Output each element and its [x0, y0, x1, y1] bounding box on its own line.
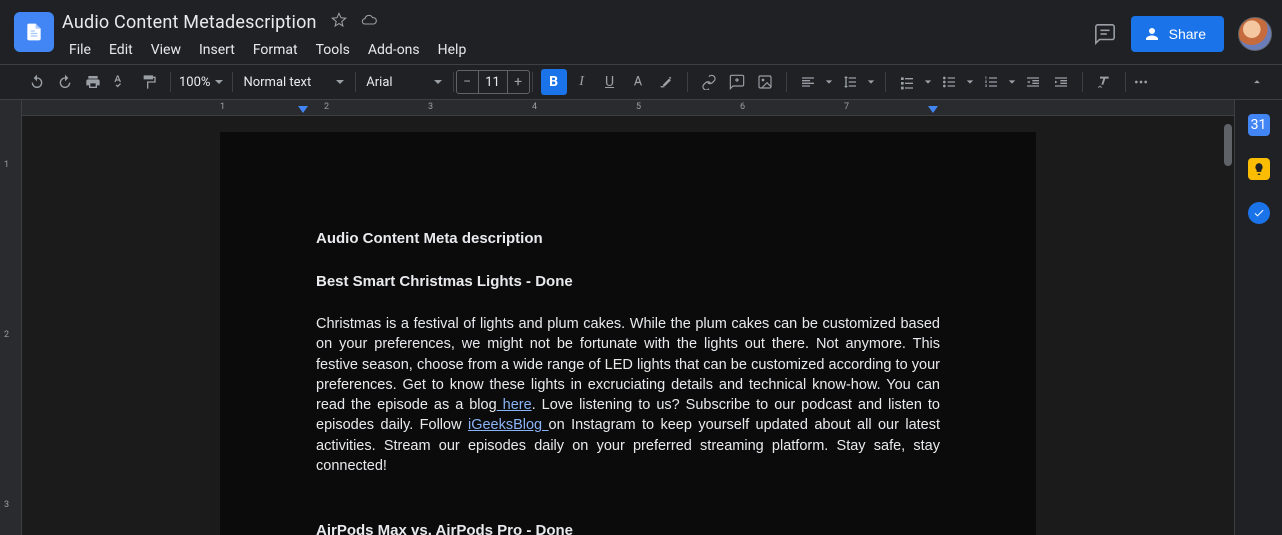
ruler-tick: 4: [532, 102, 537, 112]
zoom-value: 100%: [179, 75, 210, 90]
bullet-list-icon[interactable]: [936, 69, 962, 95]
menu-tools[interactable]: Tools: [309, 38, 357, 62]
undo-icon[interactable]: [24, 69, 50, 95]
ruler-tick: 3: [428, 102, 433, 112]
insert-link-icon[interactable]: [696, 69, 722, 95]
underline-button[interactable]: U: [597, 69, 623, 95]
document-page[interactable]: Audio Content Meta description Best Smar…: [220, 132, 1036, 535]
vertical-ruler[interactable]: 1 2 3: [0, 100, 22, 535]
title-area: Audio Content Metadescription File Edit …: [62, 10, 1093, 62]
spellcheck-icon[interactable]: [108, 69, 134, 95]
checklist-icon[interactable]: [894, 69, 920, 95]
toolbar: 100% Normal text Arial − 11 + B I U: [0, 64, 1282, 100]
left-indent-marker[interactable]: [298, 106, 308, 113]
ruler-tick: 1: [4, 160, 9, 170]
star-icon[interactable]: [331, 12, 347, 32]
document-title[interactable]: Audio Content Metadescription: [62, 12, 317, 33]
menu-addons[interactable]: Add-ons: [361, 38, 427, 62]
cloud-saved-icon[interactable]: [361, 12, 377, 32]
docs-logo-icon[interactable]: [14, 12, 54, 52]
app-header: Audio Content Metadescription File Edit …: [0, 0, 1282, 64]
font-value: Arial: [366, 75, 392, 90]
clear-formatting-icon[interactable]: [1091, 69, 1117, 95]
font-size-increase[interactable]: +: [507, 71, 529, 93]
chevron-down-icon: [335, 77, 345, 87]
zoom-select[interactable]: 100%: [173, 75, 230, 90]
ruler-tick: 5: [636, 102, 641, 112]
numbered-dropdown[interactable]: [1006, 78, 1018, 86]
spacing-dropdown[interactable]: [865, 78, 877, 86]
comments-icon[interactable]: [1093, 22, 1117, 46]
ruler-tick: 7: [844, 102, 849, 112]
chevron-down-icon: [214, 77, 224, 87]
editor-area: 1 2 3 Audio Content Meta description Bes…: [0, 100, 1234, 535]
ruler-tick: 1: [220, 102, 225, 112]
scrollbar-thumb[interactable]: [1224, 124, 1232, 166]
header-right: Share: [1093, 16, 1272, 52]
print-icon[interactable]: [80, 69, 106, 95]
side-panel: 31: [1234, 100, 1282, 535]
ruler-tick: 2: [324, 102, 329, 112]
ruler-tick: 3: [4, 500, 9, 510]
ruler-tick: 2: [4, 330, 9, 340]
doc-link-here[interactable]: here: [497, 397, 532, 413]
keep-icon[interactable]: [1248, 158, 1270, 180]
font-size-box: − 11 +: [456, 70, 530, 94]
tasks-icon[interactable]: [1248, 202, 1270, 224]
paint-format-icon[interactable]: [136, 69, 162, 95]
align-dropdown[interactable]: [823, 78, 835, 86]
menu-format[interactable]: Format: [246, 38, 305, 62]
person-icon: [1143, 25, 1161, 43]
ruler-tick: 6: [740, 102, 745, 112]
account-avatar[interactable]: [1238, 17, 1272, 51]
doc-heading: Best Smart Christmas Lights - Done: [316, 271, 940, 292]
menu-insert[interactable]: Insert: [192, 38, 242, 62]
line-spacing-button[interactable]: [837, 69, 863, 95]
font-size-value[interactable]: 11: [479, 75, 507, 90]
redo-icon[interactable]: [52, 69, 78, 95]
italic-button[interactable]: I: [569, 69, 595, 95]
text-color-button[interactable]: [625, 69, 651, 95]
indent-increase-icon[interactable]: [1048, 69, 1074, 95]
share-label: Share: [1169, 26, 1206, 42]
doc-link-igeeksblog[interactable]: iGeeksBlog: [468, 417, 549, 433]
highlight-button[interactable]: [653, 69, 679, 95]
insert-comment-icon[interactable]: [724, 69, 750, 95]
horizontal-ruler[interactable]: 1 2 3 4 5 6 7: [22, 100, 1234, 116]
doc-paragraph: Christmas is a festival of lights and pl…: [316, 314, 940, 476]
menu-bar: File Edit View Insert Format Tools Add-o…: [62, 38, 1093, 62]
menu-view[interactable]: View: [144, 38, 188, 62]
indent-decrease-icon[interactable]: [1020, 69, 1046, 95]
bold-button[interactable]: B: [541, 69, 567, 95]
insert-image-icon[interactable]: [752, 69, 778, 95]
calendar-icon[interactable]: 31: [1248, 114, 1270, 136]
menu-file[interactable]: File: [62, 38, 98, 62]
checklist-dropdown[interactable]: [922, 78, 934, 86]
style-value: Normal text: [243, 75, 311, 90]
menu-help[interactable]: Help: [431, 38, 474, 62]
doc-heading: AirPods Max vs. AirPods Pro - Done: [316, 520, 940, 535]
more-icon[interactable]: [1128, 69, 1154, 95]
doc-heading: Audio Content Meta description: [316, 228, 940, 249]
font-size-decrease[interactable]: −: [457, 71, 479, 93]
numbered-list-icon[interactable]: [978, 69, 1004, 95]
hide-menus-button[interactable]: [1240, 65, 1274, 99]
paragraph-style-select[interactable]: Normal text: [235, 75, 353, 90]
font-select[interactable]: Arial: [358, 75, 450, 90]
bullet-dropdown[interactable]: [964, 78, 976, 86]
align-button[interactable]: [795, 69, 821, 95]
chevron-down-icon: [433, 77, 443, 87]
document-scroll[interactable]: Audio Content Meta description Best Smar…: [22, 100, 1234, 535]
share-button[interactable]: Share: [1131, 16, 1224, 52]
menu-edit[interactable]: Edit: [102, 38, 140, 62]
right-indent-marker[interactable]: [928, 106, 938, 113]
